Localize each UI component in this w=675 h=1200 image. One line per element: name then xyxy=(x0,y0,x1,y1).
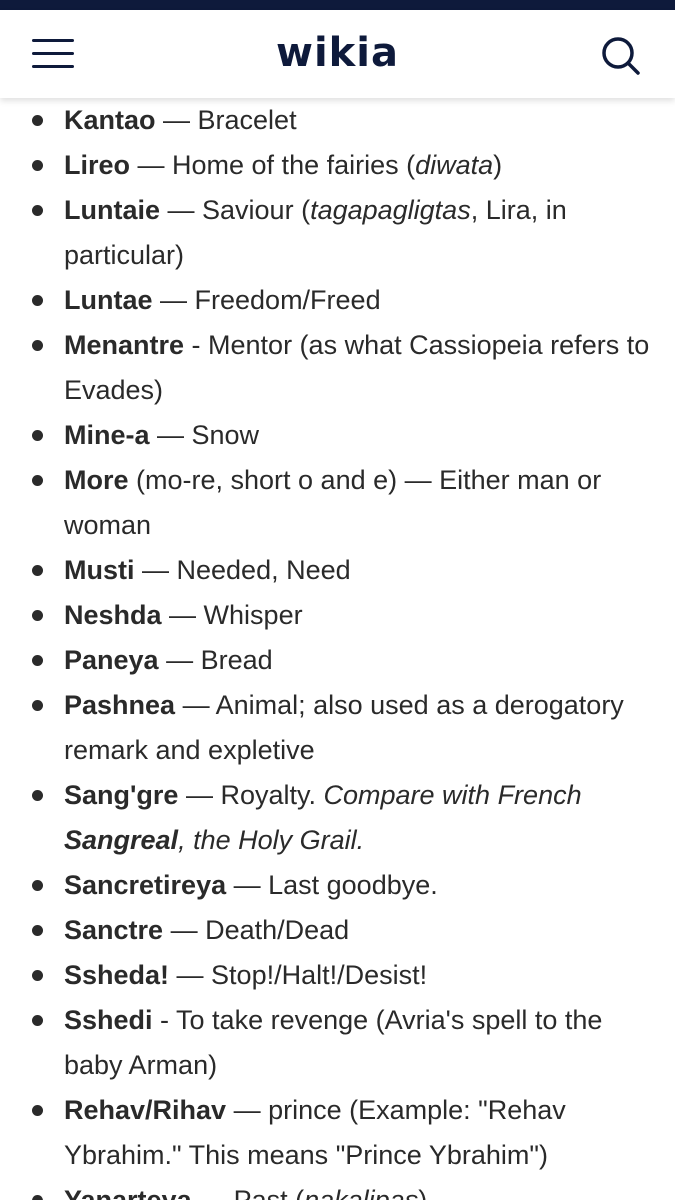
search-icon-svg xyxy=(602,37,640,75)
term-definition: — Snow xyxy=(149,420,260,450)
search-icon[interactable] xyxy=(598,33,644,79)
term-word: Sshedi xyxy=(64,1005,153,1035)
term-word: Pashnea xyxy=(64,690,176,720)
list-item: Rehav/Rihav — prince (Example: "Rehav Yb… xyxy=(0,1088,675,1178)
term-definition: — Whisper xyxy=(161,600,303,630)
glossary-list: Kantao — Bracelet Lireo — Home of the fai… xyxy=(0,98,675,1200)
term-definition: ) xyxy=(418,1185,428,1200)
term-definition: ) xyxy=(493,150,503,180)
term-definition: (mo-re, short o and e) — Either man or w… xyxy=(64,465,602,540)
term-word: Sanctre xyxy=(64,915,164,945)
term-definition: nakalipas xyxy=(304,1185,419,1200)
list-item: Sang'gre — Royalty. Compare with French … xyxy=(0,773,675,863)
list-item: Paneya — Bread xyxy=(0,638,675,683)
top-accent-bar xyxy=(0,0,675,10)
term-definition: Sangreal xyxy=(64,825,179,855)
term-definition: — Past ( xyxy=(191,1185,305,1200)
list-item: Sshedi - To take revenge (Avria's spell … xyxy=(0,998,675,1088)
term-definition: tagapagligtas xyxy=(310,195,471,225)
list-item: Menantre - Mentor (as what Cassiopeia re… xyxy=(0,323,675,413)
list-item: Ssheda! — Stop!/Halt!/Desist! xyxy=(0,953,675,998)
term-word: Rehav/Rihav xyxy=(64,1095,227,1125)
term-definition: — Bracelet xyxy=(155,105,297,135)
list-item: Kantao — Bracelet xyxy=(0,98,675,143)
list-item: Lireo — Home of the fairies (diwata) xyxy=(0,143,675,188)
term-definition: — Saviour ( xyxy=(160,195,311,225)
term-word: Neshda xyxy=(64,600,162,630)
term-word: Sancretireya xyxy=(64,870,227,900)
term-word: Kantao xyxy=(64,105,156,135)
site-header: wikia xyxy=(0,10,675,98)
term-word: Luntae xyxy=(64,285,153,315)
term-definition: diwata xyxy=(415,150,494,180)
wikia-logo[interactable]: wikia xyxy=(0,30,675,76)
term-word: Menantre xyxy=(64,330,185,360)
term-definition: — Death/Dead xyxy=(163,915,350,945)
term-definition: — Royalty. xyxy=(178,780,324,810)
term-definition: — Needed, Need xyxy=(134,555,351,585)
term-word: Musti xyxy=(64,555,135,585)
term-word: Mine-a xyxy=(64,420,150,450)
term-word: Yanarteya xyxy=(64,1185,192,1200)
list-item: Yanarteya — Past (nakalipas) xyxy=(0,1178,675,1200)
term-definition: — Stop!/Halt!/Desist! xyxy=(169,960,428,990)
list-item: More (mo-re, short o and e) — Either man… xyxy=(0,458,675,548)
term-word: Luntaie xyxy=(64,195,161,225)
term-word: Lireo xyxy=(64,150,131,180)
term-definition: Compare with French xyxy=(323,780,582,810)
term-word: Paneya xyxy=(64,645,159,675)
list-item: Luntae — Freedom/Freed xyxy=(0,278,675,323)
term-definition: — Bread xyxy=(158,645,273,675)
list-item: Pashnea — Animal; also used as a derogat… xyxy=(0,683,675,773)
term-definition: — Freedom/Freed xyxy=(152,285,381,315)
article-content: Kantao — Bracelet Lireo — Home of the fai… xyxy=(0,98,675,1200)
term-word: Ssheda! xyxy=(64,960,170,990)
term-definition: — Last goodbye. xyxy=(226,870,438,900)
list-item: Musti — Needed, Need xyxy=(0,548,675,593)
term-definition: , the Holy Grail. xyxy=(178,825,365,855)
list-item: Sanctre — Death/Dead xyxy=(0,908,675,953)
list-item: Neshda — Whisper xyxy=(0,593,675,638)
list-item: Sancretireya — Last goodbye. xyxy=(0,863,675,908)
list-item: Mine-a — Snow xyxy=(0,413,675,458)
list-item: Luntaie — Saviour (tagapagligtas, Lira, … xyxy=(0,188,675,278)
term-definition: — Home of the fairies ( xyxy=(130,150,416,180)
term-word: Sang'gre xyxy=(64,780,179,810)
term-word: More xyxy=(64,465,129,495)
